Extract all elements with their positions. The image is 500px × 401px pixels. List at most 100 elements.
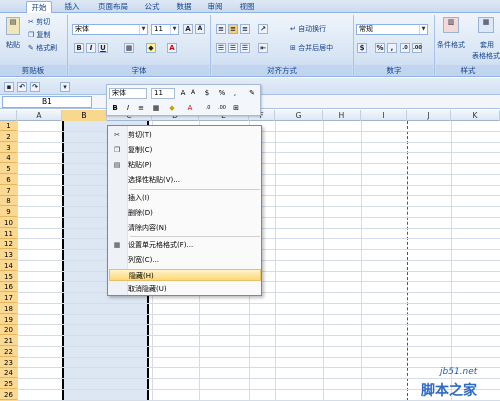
tab-review[interactable]: 审阅	[206, 1, 224, 13]
row-header[interactable]: 16	[0, 282, 17, 293]
select-all-corner[interactable]	[0, 110, 17, 121]
row-header[interactable]: 18	[0, 304, 17, 314]
menu-item-clear-contents[interactable]: 清除内容(N)	[109, 222, 261, 234]
row-header[interactable]: 10	[0, 218, 17, 228]
table-format-button[interactable]: 套用	[480, 40, 494, 51]
wrap-text-button[interactable]: ↵ 自动换行	[290, 24, 326, 35]
grow-font-icon[interactable]: A	[183, 24, 193, 34]
column-header[interactable]: I	[361, 110, 407, 121]
mini-increase-decimal-icon[interactable]: .00	[217, 103, 227, 113]
row-header[interactable]: 13	[0, 250, 17, 260]
mini-border-icon[interactable]: ▦	[151, 103, 161, 113]
paste-button[interactable]: 粘贴	[6, 40, 20, 51]
mini-align-icon[interactable]: ≡	[136, 103, 146, 113]
decrease-decimal-icon[interactable]: .00	[412, 43, 422, 53]
tab-home[interactable]: 开始	[26, 1, 52, 13]
chevron-down-icon[interactable]: ▼	[139, 25, 147, 34]
undo-icon[interactable]: ↶	[17, 82, 27, 92]
number-format-combo[interactable]: 常规 ▼	[356, 24, 428, 35]
tab-view[interactable]: 视图	[238, 1, 256, 13]
row-header[interactable]: 24	[0, 368, 17, 379]
menu-item-copy[interactable]: ❐ 复制(C)	[109, 144, 261, 156]
column-header[interactable]: A	[17, 110, 62, 121]
comma-button[interactable]: ,	[387, 43, 397, 53]
customize-icon[interactable]: ▾	[60, 82, 70, 92]
row-header[interactable]: 22	[0, 347, 17, 357]
font-name-combo[interactable]: 宋体 ▼	[72, 24, 148, 35]
tab-insert[interactable]: 插入	[62, 1, 82, 13]
align-left-icon[interactable]: ☰	[216, 43, 226, 53]
row-header[interactable]: 17	[0, 293, 17, 303]
mini-font-color-button[interactable]: A	[185, 103, 195, 113]
row-header[interactable]: 2	[0, 132, 17, 142]
mini-percent-button[interactable]: %	[217, 88, 227, 98]
tab-page-layout[interactable]: 页面布局	[95, 1, 131, 13]
conditional-format-button[interactable]: 条件格式	[437, 40, 465, 51]
column-header[interactable]: J	[407, 110, 451, 121]
tab-data[interactable]: 数据	[175, 1, 193, 13]
row-header[interactable]: 26	[0, 390, 17, 400]
align-right-icon[interactable]: ☰	[240, 43, 250, 53]
increase-decimal-icon[interactable]: .0	[400, 43, 410, 53]
row-header[interactable]: 1	[0, 121, 17, 131]
align-middle-icon[interactable]: ≡	[228, 24, 238, 34]
menu-item-column-width[interactable]: 列宽(C)...	[109, 254, 261, 266]
underline-button[interactable]: U	[98, 43, 108, 53]
mini-font-combo[interactable]: 宋体	[109, 88, 147, 99]
row-header[interactable]: 19	[0, 315, 17, 325]
name-box[interactable]: B1	[2, 96, 92, 108]
menu-item-hide[interactable]: 隐藏(H)	[109, 269, 261, 281]
column-header-selected[interactable]: B	[62, 110, 107, 121]
row-header[interactable]: 7	[0, 186, 17, 196]
align-center-icon[interactable]: ☰	[228, 43, 238, 53]
row-header[interactable]: 4	[0, 153, 17, 164]
table-format-button-line2[interactable]: 表格格式	[472, 51, 500, 62]
menu-item-cut[interactable]: ✂ 剪切(T)	[109, 129, 261, 141]
row-header[interactable]: 12	[0, 239, 17, 250]
conditional-format-icon[interactable]: ▥	[443, 17, 459, 33]
row-header[interactable]: 15	[0, 272, 17, 282]
bold-button[interactable]: B	[74, 43, 84, 53]
merge-center-button[interactable]: ⊞ 合并后居中	[290, 43, 333, 54]
font-color-icon[interactable]: A	[167, 43, 177, 53]
fill-color-icon[interactable]: ◆	[146, 43, 156, 53]
mini-comma-button[interactable]: ,	[230, 88, 240, 98]
mini-decrease-decimal-icon[interactable]: .0	[203, 103, 213, 113]
indent-icon[interactable]: ⇤	[258, 43, 268, 53]
row-header[interactable]: 14	[0, 261, 17, 271]
table-format-icon[interactable]: ▦	[478, 17, 494, 33]
menu-item-paste[interactable]: ▤ 粘贴(P)	[109, 159, 261, 171]
mini-shrink-font-icon[interactable]: A	[188, 88, 198, 98]
align-bottom-icon[interactable]: ≡	[240, 24, 250, 34]
mini-brush-icon[interactable]: ✎	[247, 88, 257, 98]
redo-icon[interactable]: ↷	[30, 82, 40, 92]
menu-item-paste-special[interactable]: 选择性粘贴(V)...	[109, 174, 261, 186]
row-header[interactable]: 25	[0, 379, 17, 389]
mini-grow-font-icon[interactable]: A	[178, 88, 188, 98]
font-size-combo[interactable]: 11 ▼	[151, 24, 179, 35]
cut-button[interactable]: ✂ 剪切	[28, 17, 50, 28]
tab-formulas[interactable]: 公式	[143, 1, 161, 13]
column-header[interactable]: H	[323, 110, 361, 121]
menu-item-unhide[interactable]: 取消隐藏(U)	[109, 283, 261, 295]
format-painter-button[interactable]: ✎ 格式刷	[28, 43, 57, 54]
mini-merge-icon[interactable]: ⊞	[231, 103, 241, 113]
save-icon[interactable]: ▪	[4, 82, 14, 92]
row-header[interactable]: 8	[0, 196, 17, 207]
column-header[interactable]: G	[275, 110, 323, 121]
menu-item-delete[interactable]: 删除(D)	[109, 207, 261, 219]
copy-button[interactable]: ❐ 复制	[28, 30, 51, 41]
percent-button[interactable]: %	[375, 43, 385, 53]
row-header[interactable]: 20	[0, 325, 17, 336]
chevron-down-icon[interactable]: ▼	[419, 25, 427, 34]
menu-item-insert[interactable]: 插入(I)	[109, 192, 261, 204]
row-header[interactable]: 23	[0, 358, 17, 368]
row-header[interactable]: 9	[0, 207, 17, 217]
mini-bold-button[interactable]: B	[110, 103, 120, 113]
row-header[interactable]: 11	[0, 229, 17, 239]
border-icon[interactable]: ▦	[124, 43, 134, 53]
menu-item-format-cells[interactable]: ▦ 设置单元格格式(F)...	[109, 239, 261, 251]
shrink-font-icon[interactable]: A	[195, 24, 205, 34]
mini-size-combo[interactable]: 11	[151, 88, 175, 99]
mini-fill-color-icon[interactable]: ◆	[167, 103, 177, 113]
